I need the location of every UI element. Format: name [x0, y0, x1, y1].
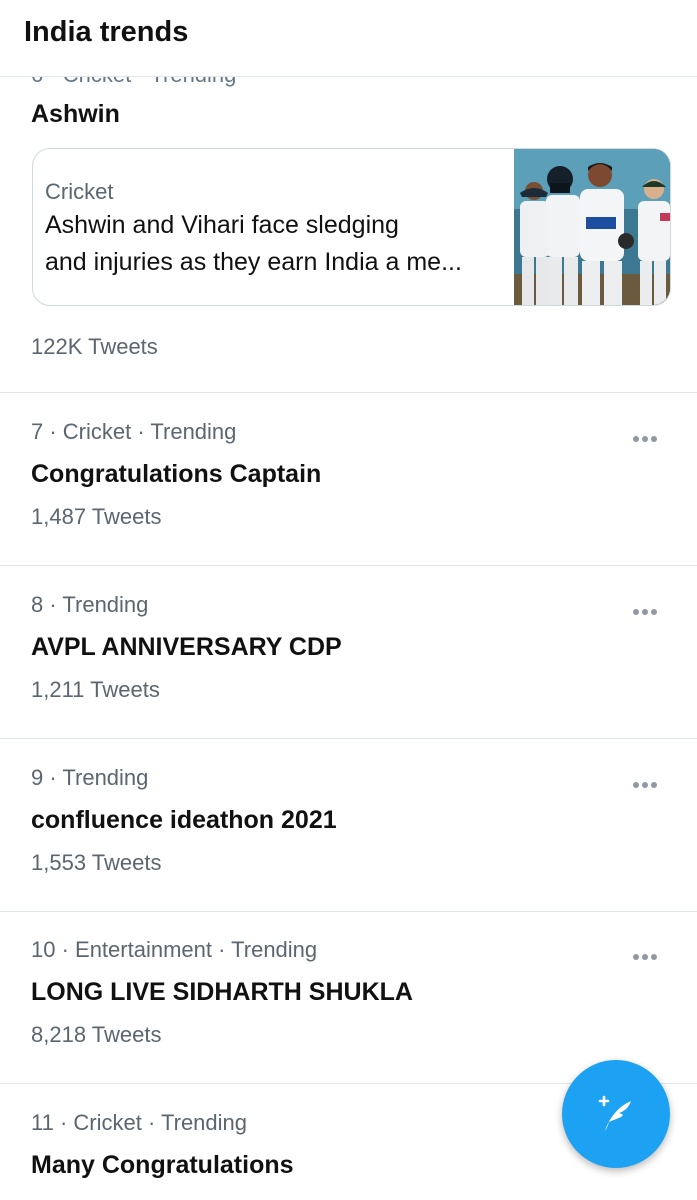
top-bar: India trends [0, 0, 697, 77]
news-card-category: Cricket [45, 179, 114, 204]
tweet-count: 122K Tweets [31, 334, 158, 359]
news-card-headline-line-2: and injuries as they earn India a me... [45, 248, 462, 276]
trend-meta: 10 · Entertainment · Trending [31, 937, 318, 962]
tweet-count: 1,211 Tweets [31, 677, 160, 702]
trends-list[interactable]: 6 · Cricket · Trending Ashwin Cricket As… [0, 76, 697, 1200]
trend-meta: 8 · Trending [31, 592, 149, 617]
more-options-icon[interactable] [629, 950, 661, 964]
trend-meta: 7 · Cricket · Trending [31, 419, 237, 444]
trend-item-ashwin[interactable]: 6 · Cricket · Trending Ashwin Cricket As… [0, 76, 697, 393]
news-card-thumbnail [514, 149, 670, 305]
trend-name: Ashwin [31, 100, 120, 128]
trend-name: AVPL ANNIVERSARY CDP [31, 633, 342, 661]
trend-item[interactable]: 10 · Entertainment · Trending LONG LIVE … [0, 911, 697, 1084]
news-card-headline-line-1: Ashwin and Vihari face sledging [45, 211, 399, 239]
trend-meta: 6 · Cricket · Trending [31, 76, 236, 88]
trend-name: Congratulations Captain [31, 460, 322, 488]
compose-tweet-button[interactable] [562, 1060, 670, 1168]
trend-item[interactable]: 9 · Trending confluence ideathon 2021 1,… [0, 739, 697, 912]
trends-screen: India trends 6 · Cricket · Trending Ashw… [0, 0, 697, 1200]
tweet-count: 8,218 Tweets [31, 1022, 162, 1047]
tweet-count: 1,553 Tweets [31, 850, 162, 875]
more-options-icon[interactable] [629, 605, 661, 619]
trend-item[interactable]: 7 · Cricket · Trending Congratulations C… [0, 393, 697, 566]
page-title: India trends [24, 16, 189, 48]
more-options-icon[interactable] [629, 778, 661, 792]
trend-meta: 9 · Trending [31, 765, 149, 790]
trend-meta: 11 · Cricket · Trending [31, 1110, 248, 1135]
news-card[interactable]: Cricket Ashwin and Vihari face sledging … [32, 148, 671, 306]
trend-name: confluence ideathon 2021 [31, 806, 337, 834]
compose-tweet-icon [598, 1095, 631, 1131]
trend-name: LONG LIVE SIDHARTH SHUKLA [31, 978, 413, 1006]
tweet-count: 1,487 Tweets [31, 504, 162, 529]
more-options-icon[interactable] [629, 432, 661, 446]
trend-name: Many Congratulations [31, 1151, 294, 1179]
trend-item[interactable]: 8 · Trending AVPL ANNIVERSARY CDP 1,211 … [0, 566, 697, 739]
